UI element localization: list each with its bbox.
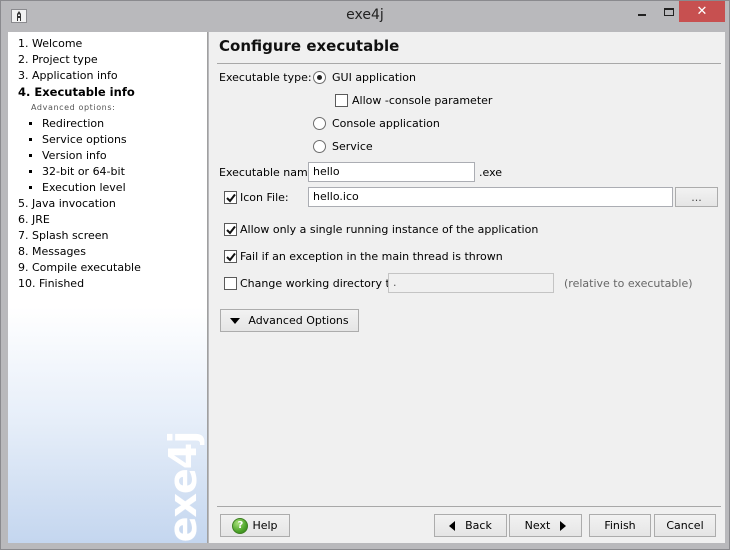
substep-32-or-64-bit[interactable]: 32-bit or 64-bit [18, 164, 141, 180]
close-icon: ✕ [696, 4, 708, 19]
cancel-button[interactable]: Cancel [654, 514, 716, 537]
triangle-right-icon [560, 520, 567, 531]
substep-label: Service options [42, 133, 127, 146]
service-label[interactable]: Service [332, 140, 373, 153]
substep-version-info[interactable]: Version info [18, 148, 141, 164]
working-dir-checkbox[interactable] [224, 277, 237, 290]
substep-label: Redirection [42, 117, 105, 130]
minimize-icon [638, 13, 646, 16]
step-messages[interactable]: 8. Messages [18, 244, 141, 260]
checkmark-icon [226, 225, 236, 235]
page-title: Configure executable [219, 37, 400, 55]
step-welcome[interactable]: 1. Welcome [18, 36, 141, 52]
step-compile-executable[interactable]: 9. Compile executable [18, 260, 141, 276]
icon-file-input[interactable]: hello.ico [308, 187, 673, 207]
step-splash-screen[interactable]: 7. Splash screen [18, 228, 141, 244]
substep-execution-level[interactable]: Execution level [18, 180, 141, 196]
executable-type-label: Executable type: [219, 71, 312, 84]
console-application-label[interactable]: Console application [332, 117, 440, 130]
working-dir-label[interactable]: Change working directory to: [240, 277, 400, 290]
content-panel: Configure executable Executable type: GU… [209, 32, 725, 543]
back-label: Back [465, 519, 492, 532]
step-jre[interactable]: 6. JRE [18, 212, 141, 228]
executable-name-input[interactable]: hello [308, 162, 475, 182]
exe4j-logo: exe4j [158, 432, 208, 543]
fail-on-exception-checkbox[interactable] [224, 250, 237, 263]
step-executable-info[interactable]: 4. Executable info [18, 84, 141, 100]
logo-text: exe4j [161, 431, 205, 543]
close-button[interactable]: ✕ [679, 1, 725, 22]
triangle-left-icon [449, 520, 456, 531]
allow-console-label[interactable]: Allow -console parameter [352, 94, 492, 107]
finish-button[interactable]: Finish [589, 514, 651, 537]
radio-gui-application[interactable] [313, 71, 326, 84]
gui-application-label[interactable]: GUI application [332, 71, 416, 84]
bullet-icon [29, 153, 32, 157]
working-dir-hint: (relative to executable) [564, 277, 693, 290]
checkmark-icon [226, 252, 236, 262]
substep-service-options[interactable]: Service options [18, 132, 141, 148]
title-bar[interactable]: exe4j ✕ [1, 1, 729, 31]
back-button[interactable]: Back [434, 514, 507, 537]
checkmark-icon [226, 193, 236, 203]
title-divider [217, 63, 721, 64]
footer-divider [217, 506, 721, 507]
bullet-icon [29, 121, 32, 125]
step-finished[interactable]: 10. Finished [18, 276, 141, 292]
step-project-type[interactable]: 2. Project type [18, 52, 141, 68]
next-button[interactable]: Next [509, 514, 582, 537]
advanced-options-button[interactable]: Advanced Options [220, 309, 359, 332]
substep-label: Execution level [42, 181, 126, 194]
radio-console-application[interactable] [313, 117, 326, 130]
radio-service[interactable] [313, 140, 326, 153]
next-label: Next [524, 519, 551, 532]
working-dir-input[interactable]: . [388, 273, 554, 293]
triangle-down-icon [230, 317, 241, 324]
maximize-icon [664, 7, 674, 16]
bullet-icon [29, 185, 32, 189]
advanced-options-header: Advanced options: [31, 103, 116, 112]
help-button[interactable]: ? Help [220, 514, 290, 537]
fail-on-exception-label[interactable]: Fail if an exception in the main thread … [240, 250, 503, 263]
exe4j-window: exe4j ✕ 1. Welcome 2. Project type 3. Ap… [0, 0, 730, 550]
advanced-options-label: Advanced Options [248, 314, 349, 327]
executable-name-label: Executable name: [219, 166, 319, 179]
substep-label: Version info [42, 149, 107, 162]
wizard-step-sidebar: 1. Welcome 2. Project type 3. Applicatio… [8, 32, 208, 543]
substep-redirection[interactable]: Redirection [18, 116, 141, 132]
help-icon: ? [232, 517, 249, 534]
icon-file-checkbox[interactable] [224, 191, 237, 204]
window-title: exe4j [346, 7, 384, 23]
exe-suffix: .exe [479, 166, 503, 179]
bullet-icon [29, 137, 32, 141]
step-list: 1. Welcome 2. Project type 3. Applicatio… [18, 36, 141, 292]
icon-file-label[interactable]: Icon File: [240, 191, 289, 204]
minimize-button[interactable] [629, 1, 655, 22]
step-application-info[interactable]: 3. Application info [18, 68, 141, 84]
single-instance-label[interactable]: Allow only a single running instance of … [240, 223, 538, 236]
allow-console-checkbox[interactable] [335, 94, 348, 107]
substep-label: 32-bit or 64-bit [42, 165, 125, 178]
browse-icon-file-button[interactable]: ... [675, 187, 718, 207]
step-java-invocation[interactable]: 5. Java invocation [18, 196, 141, 212]
help-label: Help [252, 519, 278, 532]
single-instance-checkbox[interactable] [224, 223, 237, 236]
bullet-icon [29, 169, 32, 173]
